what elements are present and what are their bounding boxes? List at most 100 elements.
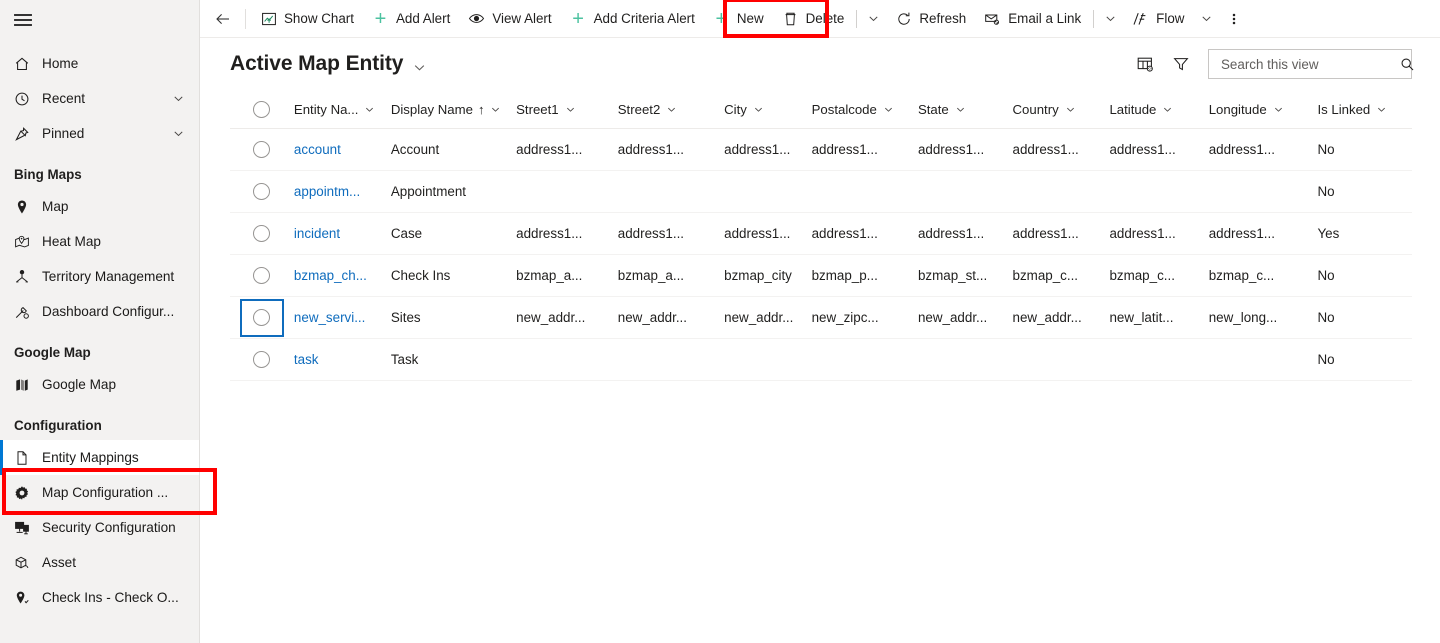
- row-select-checkbox[interactable]: [240, 215, 284, 253]
- column-header-display_name[interactable]: Display Name ↑: [390, 90, 517, 129]
- chevron-down-icon[interactable]: [490, 104, 501, 115]
- column-header-label: Longitude: [1208, 101, 1267, 117]
- sidebar-item-home[interactable]: Home: [0, 46, 199, 81]
- table-row[interactable]: bzmap_ch... Check Ins bzmap_a... bzmap_a...…: [230, 254, 1412, 297]
- entity-link[interactable]: new_servi...: [294, 310, 391, 325]
- row-select-cell[interactable]: [230, 296, 294, 339]
- table-row[interactable]: new_servi... Sites new_addr... new_addr... n…: [230, 296, 1412, 339]
- chevron-down-icon[interactable]: [364, 104, 375, 115]
- chevron-down-icon[interactable]: [753, 104, 764, 115]
- site-map-hamburger-icon[interactable]: [0, 0, 199, 40]
- sidebar-item-heat-map[interactable]: Heat Map: [0, 224, 199, 259]
- row-select-checkbox[interactable]: [240, 257, 284, 295]
- sidebar-item-asset[interactable]: Asset: [0, 545, 199, 580]
- flow-button[interactable]: Flow: [1123, 1, 1193, 37]
- search-this-view-box[interactable]: [1208, 49, 1415, 79]
- cell-entity_name[interactable]: appointm...: [293, 170, 391, 213]
- checkbox-circle-icon: [253, 309, 271, 326]
- flow-chevron-icon[interactable]: [1193, 1, 1219, 37]
- column-header-city[interactable]: City: [724, 90, 812, 129]
- add-criteria-alert-button[interactable]: + Add Criteria Alert: [561, 1, 704, 37]
- chevron-down-icon[interactable]: [666, 104, 677, 115]
- eye-icon: [468, 10, 485, 27]
- chevron-down-icon[interactable]: [1376, 104, 1387, 115]
- email-overflow-chevron-icon[interactable]: [1097, 1, 1123, 37]
- cell-entity_name[interactable]: new_servi...: [293, 296, 391, 339]
- search-icon[interactable]: [1400, 57, 1415, 72]
- cell-entity_name[interactable]: incident: [293, 212, 391, 255]
- sidebar-item-entity-mappings[interactable]: Entity Mappings: [0, 440, 199, 475]
- delete-overflow-chevron-icon[interactable]: [860, 1, 886, 37]
- search-input[interactable]: [1219, 55, 1400, 73]
- table-row[interactable]: appointm... Appointment No: [230, 170, 1412, 213]
- cell-street2: new_addr...: [617, 296, 725, 339]
- command-divider: [1093, 9, 1095, 28]
- row-select-checkbox[interactable]: [240, 341, 284, 379]
- sidebar-item-dashboard-configuration[interactable]: Dashboard Configur...: [0, 294, 199, 329]
- cell-entity_name[interactable]: account: [293, 128, 391, 171]
- chevron-down-icon[interactable]: [1162, 104, 1173, 115]
- column-header-country[interactable]: Country: [1012, 90, 1110, 129]
- select-all-checkbox[interactable]: [240, 90, 284, 128]
- entity-link[interactable]: incident: [294, 226, 391, 241]
- column-header-latitude[interactable]: Latitude: [1109, 90, 1209, 129]
- chevron-down-icon[interactable]: [172, 92, 191, 105]
- row-select-checkbox[interactable]: [240, 131, 284, 169]
- cell-entity_name[interactable]: task: [293, 338, 391, 381]
- sidebar-item-check-ins-check-out[interactable]: Check Ins - Check O...: [0, 580, 199, 615]
- cell-entity_name[interactable]: bzmap_ch...: [293, 254, 391, 297]
- column-header-longitude[interactable]: Longitude: [1208, 90, 1318, 129]
- refresh-button[interactable]: Refresh: [886, 1, 975, 37]
- checkbox-circle-icon: [253, 267, 271, 284]
- edit-columns-icon[interactable]: [1130, 49, 1160, 79]
- row-select-checkbox[interactable]: [240, 173, 284, 211]
- sidebar-item-recent[interactable]: Recent: [0, 81, 199, 116]
- edit-filters-icon[interactable]: [1166, 49, 1196, 79]
- add-alert-label: Add Alert: [395, 11, 451, 26]
- sidebar-item-security-configuration[interactable]: Security Configuration: [0, 510, 199, 545]
- row-select-cell[interactable]: [230, 128, 294, 171]
- main-region: Show Chart + Add Alert View Alert + Add …: [200, 0, 1440, 643]
- sidebar-item-territory-management[interactable]: Territory Management: [0, 259, 199, 294]
- table-row[interactable]: task Task No: [230, 338, 1412, 381]
- cell-value: Task: [390, 352, 419, 367]
- chevron-down-icon[interactable]: [172, 127, 191, 140]
- cell-value: Case: [390, 226, 423, 241]
- entity-link[interactable]: appointm...: [294, 184, 391, 199]
- more-commands-button[interactable]: [1219, 1, 1249, 37]
- sidebar-item-map[interactable]: Map: [0, 189, 199, 224]
- chevron-down-icon[interactable]: [883, 104, 894, 115]
- entity-link[interactable]: task: [294, 352, 391, 367]
- delete-button[interactable]: Delete: [773, 1, 854, 37]
- add-alert-button[interactable]: + Add Alert: [363, 1, 459, 37]
- chevron-down-icon[interactable]: [1273, 104, 1284, 115]
- back-arrow-icon[interactable]: [206, 1, 240, 37]
- row-select-cell[interactable]: [230, 170, 294, 213]
- select-all-header[interactable]: [230, 90, 294, 129]
- view-selector-chevron-icon[interactable]: [412, 60, 427, 75]
- table-row[interactable]: account Account address1... address1... addr…: [230, 128, 1412, 171]
- sidebar-item-pinned[interactable]: Pinned: [0, 116, 199, 151]
- column-header-street2[interactable]: Street2: [617, 90, 725, 129]
- entity-link[interactable]: bzmap_ch...: [294, 268, 391, 283]
- column-header-is_linked[interactable]: Is Linked: [1317, 90, 1412, 129]
- row-select-cell[interactable]: [230, 212, 294, 255]
- column-header-postalcode[interactable]: Postalcode: [811, 90, 918, 129]
- sidebar-item-google-map[interactable]: Google Map: [0, 367, 199, 402]
- row-select-checkbox[interactable]: [239, 298, 284, 337]
- table-row[interactable]: incident Case address1... address1... addres…: [230, 212, 1412, 255]
- view-alert-button[interactable]: View Alert: [459, 1, 560, 37]
- sidebar-item-map-configuration[interactable]: Map Configuration ...: [0, 475, 199, 510]
- chevron-down-icon[interactable]: [955, 104, 966, 115]
- column-header-entity_name[interactable]: Entity Na...: [293, 90, 391, 129]
- row-select-cell[interactable]: [230, 338, 294, 381]
- show-chart-button[interactable]: Show Chart: [251, 1, 363, 37]
- column-header-street1[interactable]: Street1: [516, 90, 618, 129]
- entity-link[interactable]: account: [294, 142, 391, 157]
- new-button[interactable]: + New: [704, 1, 773, 37]
- row-select-cell[interactable]: [230, 254, 294, 297]
- chevron-down-icon[interactable]: [1065, 104, 1076, 115]
- column-header-state[interactable]: State: [917, 90, 1013, 129]
- email-a-link-button[interactable]: Email a Link: [975, 1, 1090, 37]
- chevron-down-icon[interactable]: [565, 104, 576, 115]
